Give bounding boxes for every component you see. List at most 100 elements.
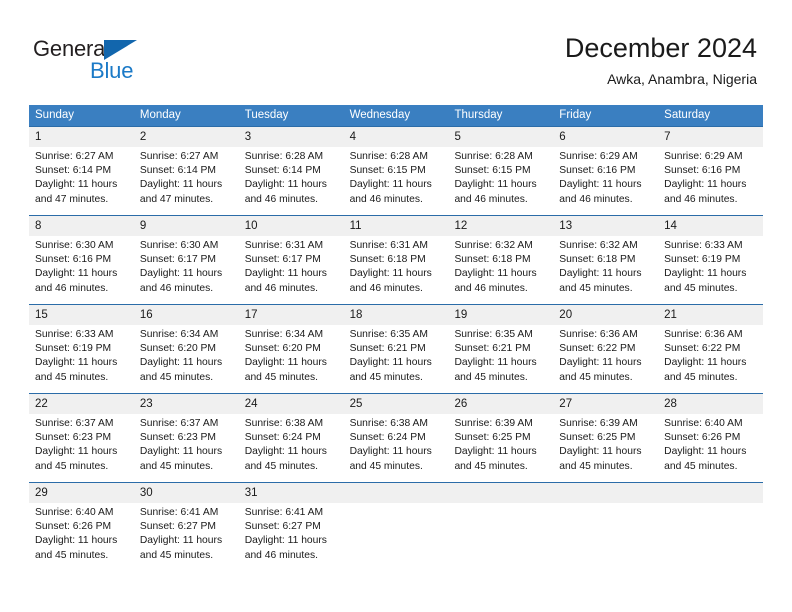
day-details: Sunrise: 6:38 AM Sunset: 6:24 PM Dayligh… [344,414,449,474]
day-cell[interactable]: 26 Sunrise: 6:39 AM Sunset: 6:25 PM Dayl… [448,394,554,482]
daylight-text-line1: Daylight: 11 hours [559,179,642,191]
daylight-text-line2: and 45 minutes. [349,371,423,383]
weekday-header-tuesday: Tuesday [244,109,289,121]
day-cell[interactable]: 18 Sunrise: 6:35 AM Sunset: 6:21 PM Dayl… [343,305,449,393]
day-cell[interactable]: 20 Sunrise: 6:36 AM Sunset: 6:22 PM Dayl… [553,305,659,393]
day-cell[interactable]: 27 Sunrise: 6:39 AM Sunset: 6:25 PM Dayl… [553,394,659,482]
daylight-text-line2: and 45 minutes. [35,460,109,472]
day-number-band [658,483,764,503]
day-cell[interactable]: 2 Sunrise: 6:27 AM Sunset: 6:14 PM Dayli… [133,127,239,215]
day-cell[interactable]: 23 Sunrise: 6:37 AM Sunset: 6:23 PM Dayl… [133,394,239,482]
daylight-text-line1: Daylight: 11 hours [349,357,432,369]
day-number-band: 20 [553,305,659,325]
daylight-text-line1: Daylight: 11 hours [139,268,223,280]
daylight-text-line2: and 45 minutes. [664,282,738,294]
daylight-text-line2: and 46 minutes. [35,282,109,294]
day-cell[interactable]: 4 Sunrise: 6:28 AM Sunset: 6:15 PM Dayli… [343,127,449,215]
day-number: 11 [349,220,362,232]
sunset-text: Sunset: 6:25 PM [454,432,531,444]
day-cell[interactable]: 14 Sunrise: 6:33 AM Sunset: 6:19 PM Dayl… [658,216,764,304]
sunrise-text: Sunrise: 6:41 AM [244,507,324,518]
daylight-text-line1: Daylight: 11 hours [454,357,537,369]
day-cell[interactable]: 29 Sunrise: 6:40 AM Sunset: 6:26 PM Dayl… [29,483,134,571]
day-number-band: 15 [29,305,134,325]
day-cell[interactable]: 11 Sunrise: 6:31 AM Sunset: 6:18 PM Dayl… [343,216,449,304]
daylight-text-line2: and 45 minutes. [559,371,633,383]
sunrise-text: Sunrise: 6:40 AM [35,507,114,518]
day-cell[interactable]: 17 Sunrise: 6:34 AM Sunset: 6:20 PM Dayl… [238,305,344,393]
day-cell[interactable]: 16 Sunrise: 6:34 AM Sunset: 6:20 PM Dayl… [133,305,239,393]
weekday-header-row: Sunday Monday Tuesday Wednesday Thursday… [29,105,763,126]
day-number-band: 26 [448,394,554,414]
daylight-text-line2: and 45 minutes. [139,549,214,561]
day-cell[interactable]: 30 Sunrise: 6:41 AM Sunset: 6:27 PM Dayl… [133,483,239,571]
daylight-text-line1: Daylight: 11 hours [244,357,327,369]
day-number: 26 [454,398,468,410]
day-details: Sunrise: 6:31 AM Sunset: 6:17 PM Dayligh… [239,236,344,296]
sunrise-text: Sunrise: 6:34 AM [244,329,324,340]
day-cell[interactable]: 12 Sunrise: 6:32 AM Sunset: 6:18 PM Dayl… [448,216,554,304]
daylight-text-line2: and 47 minutes. [35,193,109,205]
day-number: 14 [664,220,677,232]
weekday-header-monday: Monday [139,109,181,121]
sunrise-text: Sunrise: 6:31 AM [349,240,428,251]
sunset-text: Sunset: 6:19 PM [35,343,112,355]
day-number: 22 [35,398,48,410]
day-cell[interactable]: 28 Sunrise: 6:40 AM Sunset: 6:26 PM Dayl… [658,394,764,482]
day-details: Sunrise: 6:34 AM Sunset: 6:20 PM Dayligh… [239,325,344,385]
day-cell[interactable]: 9 Sunrise: 6:30 AM Sunset: 6:17 PM Dayli… [133,216,239,304]
day-cell[interactable]: 6 Sunrise: 6:29 AM Sunset: 6:16 PM Dayli… [553,127,659,215]
day-number-band: 2 [133,127,239,147]
day-cell[interactable]: 31 Sunrise: 6:41 AM Sunset: 6:27 PM Dayl… [238,483,344,571]
sunset-text: Sunset: 6:15 PM [454,165,531,177]
day-cell[interactable]: 21 Sunrise: 6:36 AM Sunset: 6:22 PM Dayl… [658,305,764,393]
day-cell[interactable]: 25 Sunrise: 6:38 AM Sunset: 6:24 PM Dayl… [343,394,449,482]
day-number-band: 4 [343,127,449,147]
daylight-text-line1: Daylight: 11 hours [244,535,327,547]
day-details: Sunrise: 6:31 AM Sunset: 6:18 PM Dayligh… [344,236,449,296]
day-details: Sunrise: 6:40 AM Sunset: 6:26 PM Dayligh… [29,503,134,563]
day-number-band: 19 [448,305,554,325]
daylight-text-line2: and 45 minutes. [244,460,318,472]
sunset-text: Sunset: 6:16 PM [559,165,636,177]
day-number: 30 [139,487,153,499]
day-cell[interactable]: 13 Sunrise: 6:32 AM Sunset: 6:18 PM Dayl… [553,216,659,304]
day-cell[interactable]: 5 Sunrise: 6:28 AM Sunset: 6:15 PM Dayli… [448,127,554,215]
day-cell[interactable]: 3 Sunrise: 6:28 AM Sunset: 6:14 PM Dayli… [238,127,344,215]
day-cell[interactable]: 15 Sunrise: 6:33 AM Sunset: 6:19 PM Dayl… [29,305,134,393]
weekday-header-saturday: Saturday [664,109,711,121]
day-number [553,487,559,499]
daylight-text-line2: and 45 minutes. [559,460,633,472]
day-cell[interactable]: 19 Sunrise: 6:35 AM Sunset: 6:21 PM Dayl… [448,305,554,393]
day-number-band: 24 [238,394,344,414]
page-subtitle: Awka, Anambra, Nigeria [607,71,757,87]
sunset-text: Sunset: 6:14 PM [139,165,216,177]
sunrise-text: Sunrise: 6:37 AM [139,418,219,429]
day-number-band: 1 [29,127,134,147]
day-cell[interactable]: 24 Sunrise: 6:38 AM Sunset: 6:24 PM Dayl… [238,394,344,482]
day-number: 16 [139,309,153,321]
sunset-text: Sunset: 6:23 PM [139,432,216,444]
day-cell[interactable]: 22 Sunrise: 6:37 AM Sunset: 6:23 PM Dayl… [29,394,134,482]
day-details: Sunrise: 6:27 AM Sunset: 6:14 PM Dayligh… [134,147,239,207]
sunset-text: Sunset: 6:18 PM [349,254,426,266]
sunrise-text: Sunrise: 6:41 AM [139,507,219,518]
weekday-header-friday: Friday [559,109,592,121]
day-number [344,487,350,499]
sunrise-text: Sunrise: 6:39 AM [454,418,533,429]
week-row: 1 Sunrise: 6:27 AM Sunset: 6:14 PM Dayli… [29,126,764,215]
day-cell[interactable]: 7 Sunrise: 6:29 AM Sunset: 6:16 PM Dayli… [658,127,764,215]
day-number-band: 17 [238,305,344,325]
day-number-band: 3 [238,127,344,147]
calendar-grid: Sunday Monday Tuesday Wednesday Thursday… [29,105,764,571]
day-number: 15 [35,309,48,321]
day-cell[interactable]: 10 Sunrise: 6:31 AM Sunset: 6:17 PM Dayl… [238,216,344,304]
day-cell[interactable]: 8 Sunrise: 6:30 AM Sunset: 6:16 PM Dayli… [29,216,134,304]
day-number-band: 9 [133,216,239,236]
daylight-text-line1: Daylight: 11 hours [139,179,223,191]
day-number-band: 16 [133,305,239,325]
daylight-text-line1: Daylight: 11 hours [454,268,537,280]
day-number: 29 [35,487,48,499]
day-cell[interactable]: 1 Sunrise: 6:27 AM Sunset: 6:14 PM Dayli… [29,127,134,215]
sunset-text: Sunset: 6:20 PM [139,343,216,355]
